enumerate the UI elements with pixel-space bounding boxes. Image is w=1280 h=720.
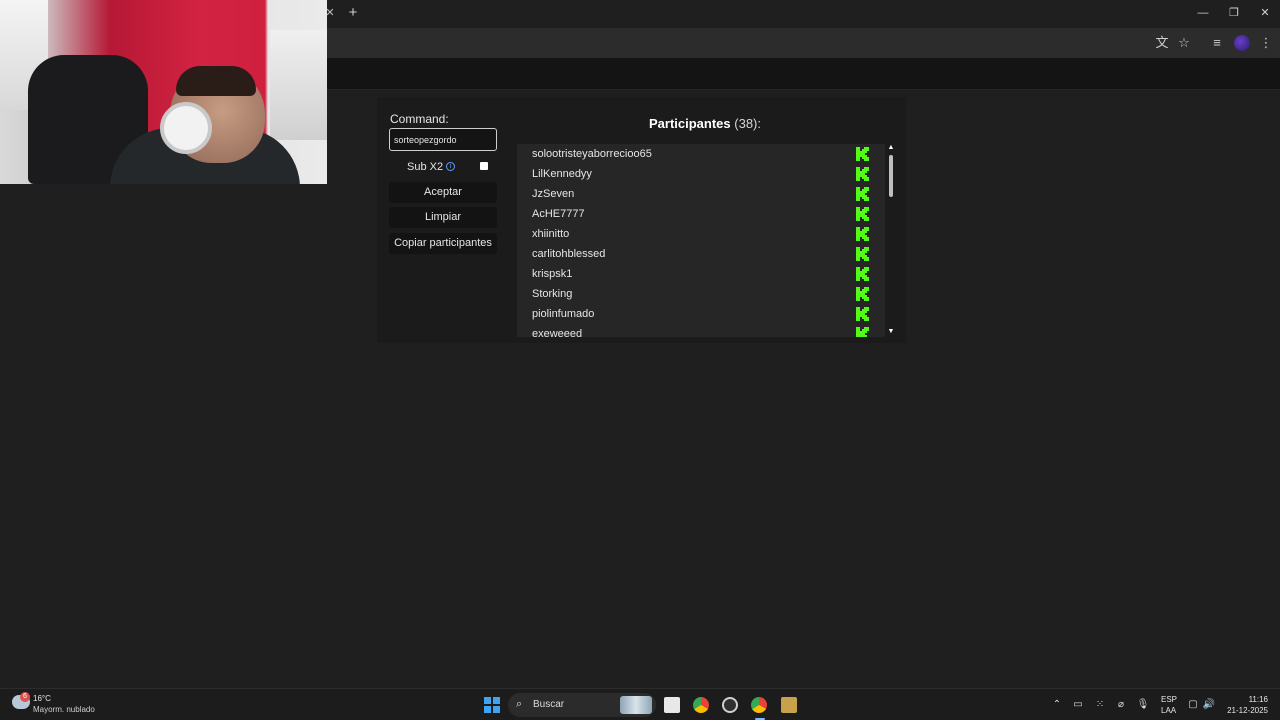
participant-name: solootristeyaborrecioo65 xyxy=(532,148,652,160)
participants-title: Participantes (38): xyxy=(517,116,893,131)
obs-icon[interactable] xyxy=(722,697,738,713)
accept-button[interactable]: Aceptar xyxy=(389,182,497,203)
weather-badge: 6 xyxy=(20,692,30,702)
media-controls-icon[interactable]: ≡ xyxy=(1208,34,1226,52)
sub-x2-option: Sub X2 i xyxy=(389,159,497,175)
info-icon[interactable]: i xyxy=(446,162,455,171)
search-placeholder: Buscar xyxy=(533,699,565,710)
kick-logo-icon xyxy=(856,287,869,301)
tray-overflow-chevron-icon[interactable]: ⌃ xyxy=(1050,698,1064,712)
minimize-window-icon[interactable]: — xyxy=(1193,4,1213,22)
participant-name: Storking xyxy=(532,288,573,300)
kick-logo-icon xyxy=(856,167,869,181)
tray-network-icon[interactable]: ⌀ xyxy=(1114,698,1128,712)
taskbar: 6 16°C Mayorm. nublado ⌕ Buscar ⌃ ▭ ⁙ ⌀ … xyxy=(0,688,1280,720)
participant-row[interactable]: carlitohblessed xyxy=(517,244,885,264)
participant-row[interactable]: exeweeed xyxy=(517,324,885,337)
weather-description[interactable]: Mayorm. nublado xyxy=(33,705,95,714)
participant-name: piolinfumado xyxy=(532,308,595,320)
copy-participants-button[interactable]: Copiar participantes xyxy=(389,233,497,254)
clock-time[interactable]: 11:16 xyxy=(1249,695,1268,704)
participant-row[interactable]: krispsk1 xyxy=(517,264,885,284)
participant-row[interactable]: AcHE7777 xyxy=(517,204,885,224)
kick-logo-icon xyxy=(856,187,869,201)
kick-logo-icon xyxy=(856,227,869,241)
sub-x2-checkbox[interactable] xyxy=(480,162,488,170)
participant-row[interactable]: piolinfumado xyxy=(517,304,885,324)
translate-icon[interactable]: 文 xyxy=(1153,34,1171,52)
search-icon: ⌕ xyxy=(516,698,523,710)
participant-row[interactable]: Storking xyxy=(517,284,885,304)
language-code[interactable]: ESP xyxy=(1161,695,1177,704)
new-tab-icon[interactable]: + xyxy=(345,5,361,21)
kick-logo-icon xyxy=(856,247,869,261)
giveaway-panel: Command: Sub X2 i Aceptar Limpiar Copiar… xyxy=(377,97,906,343)
participants-count: (38): xyxy=(734,116,761,131)
sub-x2-label: Sub X2 xyxy=(407,161,444,173)
profile-avatar[interactable] xyxy=(1234,35,1250,51)
tray-microphone-icon[interactable]: 🎙 xyxy=(1136,698,1150,712)
webcam-overlay xyxy=(0,0,327,184)
kick-logo-icon xyxy=(856,147,869,161)
search-highlight-image xyxy=(620,696,652,714)
chrome-icon[interactable] xyxy=(693,697,709,713)
restore-window-icon[interactable]: ❐ xyxy=(1224,4,1244,22)
participant-name: LilKennedyy xyxy=(532,168,592,180)
windows-start-icon[interactable] xyxy=(484,697,500,713)
kick-logo-icon xyxy=(856,267,869,281)
league-client-icon[interactable] xyxy=(781,697,797,713)
webcam-headphones xyxy=(160,102,212,154)
webcam-person-hair xyxy=(176,66,256,96)
tray-volume-icon[interactable]: 🔊 xyxy=(1202,698,1216,712)
tray-display-icon[interactable]: ▢ xyxy=(1186,698,1200,712)
command-input[interactable] xyxy=(389,128,497,151)
webcam-background-shelf xyxy=(270,30,327,140)
browser-menu-icon[interactable]: ⋮ xyxy=(1257,34,1275,52)
scroll-up-arrow-icon[interactable]: ▲ xyxy=(887,144,895,151)
kick-logo-icon xyxy=(856,327,869,337)
address-bar[interactable] xyxy=(328,31,1145,55)
clock-date[interactable]: 21-12-2025 xyxy=(1227,706,1268,715)
participant-name: krispsk1 xyxy=(532,268,573,280)
scroll-down-arrow-icon[interactable]: ▼ xyxy=(887,328,895,335)
keyboard-layout[interactable]: LAA xyxy=(1161,706,1176,715)
participants-title-text: Participantes xyxy=(648,116,731,131)
chrome-active-icon[interactable] xyxy=(751,697,767,713)
bookmark-star-icon[interactable]: ☆ xyxy=(1175,34,1193,52)
participant-name: AcHE7777 xyxy=(532,208,585,220)
tray-grid-icon[interactable]: ⁙ xyxy=(1093,698,1107,712)
participant-name: xhiinitto xyxy=(532,228,570,240)
tray-app-icon[interactable]: ▭ xyxy=(1071,698,1085,712)
command-label: Command: xyxy=(390,112,449,126)
file-explorer-icon[interactable] xyxy=(664,697,680,713)
taskbar-search[interactable]: ⌕ Buscar xyxy=(508,693,656,717)
clear-button[interactable]: Limpiar xyxy=(389,207,497,228)
participant-name: carlitohblessed xyxy=(532,248,606,260)
participants-list[interactable]: solootristeyaborrecioo65 LilKennedyy JzSev… xyxy=(517,144,885,337)
participant-name: JzSeven xyxy=(532,188,575,200)
weather-temperature[interactable]: 16°C xyxy=(33,694,51,703)
kick-logo-icon xyxy=(856,307,869,321)
list-scrollbar-thumb[interactable] xyxy=(889,155,893,197)
participant-name: exeweeed xyxy=(532,328,583,337)
participant-row[interactable]: JzSeven xyxy=(517,184,885,204)
kick-logo-icon xyxy=(856,207,869,221)
close-window-icon[interactable]: ✕ xyxy=(1255,4,1275,22)
participant-row[interactable]: xhiinitto xyxy=(517,224,885,244)
participant-row[interactable]: solootristeyaborrecioo65 xyxy=(517,144,885,164)
participant-row[interactable]: LilKennedyy xyxy=(517,164,885,184)
